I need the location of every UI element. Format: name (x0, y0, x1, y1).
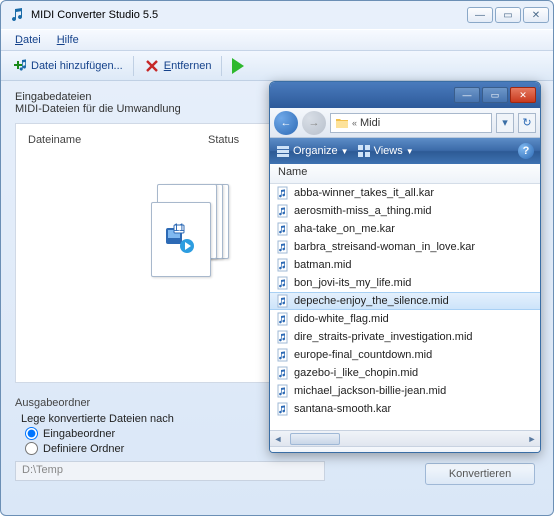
maximize-button[interactable]: ▭ (495, 7, 521, 23)
explorer-statusbar (270, 446, 540, 453)
file-name: dido-white_flag.mid (294, 313, 389, 325)
file-row[interactable]: bon_jovi-its_my_life.mid (270, 274, 540, 292)
file-row[interactable]: aha-take_on_me.kar (270, 220, 540, 238)
file-stack-icon: 11 (151, 184, 241, 284)
file-row[interactable]: abba-winner_takes_it_all.kar (270, 184, 540, 202)
file-name: michael_jackson-billie-jean.mid (294, 385, 446, 397)
explorer-column-name[interactable]: Name (270, 164, 540, 184)
file-name: batman.mid (294, 259, 351, 271)
breadcrumb-current: Midi (360, 117, 380, 129)
file-name: aha-take_on_me.kar (294, 223, 395, 235)
file-name: europe-final_countdown.mid (294, 349, 432, 361)
play-icon (232, 58, 244, 74)
remove-button[interactable]: Entfernen (140, 56, 216, 76)
help-button[interactable]: ? (518, 143, 534, 159)
explorer-maximize-button[interactable]: ▭ (482, 87, 508, 103)
column-filename[interactable]: Dateiname (28, 134, 208, 146)
file-row[interactable]: europe-final_countdown.mid (270, 346, 540, 364)
column-status[interactable]: Status (208, 134, 239, 146)
file-name: santana-smooth.kar (294, 403, 391, 415)
file-explorer-window: ― ▭ ✕ ← → « Midi ▾ ↻ Organize▼ Views▼ (269, 81, 541, 453)
file-row[interactable]: dido-white_flag.mid (270, 310, 540, 328)
organize-button[interactable]: Organize▼ (276, 144, 349, 158)
file-row[interactable]: michael_jackson-billie-jean.mid (270, 382, 540, 400)
file-name: bon_jovi-its_my_life.mid (294, 277, 411, 289)
file-name: abba-winner_takes_it_all.kar (294, 187, 434, 199)
address-dropdown[interactable]: ▾ (496, 113, 514, 133)
main-titlebar: MIDI Converter Studio 5.5 ― ▭ ✕ (1, 1, 553, 29)
explorer-toolbar: Organize▼ Views▼ ? (270, 138, 540, 164)
scroll-left-icon[interactable]: ◄ (270, 432, 286, 446)
add-note-icon (11, 58, 27, 74)
play-button[interactable] (228, 56, 248, 76)
app-icon (9, 7, 25, 23)
file-row[interactable]: dire_straits-private_investigation.mid (270, 328, 540, 346)
file-row[interactable]: depeche-enjoy_the_silence.mid (270, 292, 540, 310)
toolbar: Datei hinzufügen... Entfernen (1, 51, 553, 81)
forward-button[interactable]: → (302, 111, 326, 135)
window-title: MIDI Converter Studio 5.5 (29, 9, 467, 21)
file-row[interactable]: gazebo-i_like_chopin.mid (270, 364, 540, 382)
back-button[interactable]: ← (274, 111, 298, 135)
file-row[interactable]: aerosmith-miss_a_thing.mid (270, 202, 540, 220)
horizontal-scrollbar[interactable]: ◄ ► (270, 430, 540, 446)
explorer-close-button[interactable]: ✕ (510, 87, 536, 103)
organize-icon (276, 144, 290, 158)
file-row[interactable]: barbra_streisand-woman_in_love.kar (270, 238, 540, 256)
file-name: aerosmith-miss_a_thing.mid (294, 205, 432, 217)
explorer-titlebar[interactable]: ― ▭ ✕ (270, 82, 540, 108)
file-row[interactable]: santana-smooth.kar (270, 400, 540, 418)
close-button[interactable]: ✕ (523, 7, 549, 23)
file-row[interactable]: batman.mid (270, 256, 540, 274)
convert-button[interactable]: Konvertieren (425, 463, 535, 485)
menu-file[interactable]: Datei (9, 32, 47, 48)
file-name: depeche-enjoy_the_silence.mid (294, 295, 449, 307)
delete-icon (144, 58, 160, 74)
explorer-nav: ← → « Midi ▾ ↻ (270, 108, 540, 138)
views-button[interactable]: Views▼ (357, 144, 414, 158)
add-file-button[interactable]: Datei hinzufügen... (7, 56, 127, 76)
scroll-thumb[interactable] (290, 433, 340, 445)
file-name: dire_straits-private_investigation.mid (294, 331, 473, 343)
folder-icon (335, 117, 349, 129)
address-bar[interactable]: « Midi (330, 113, 492, 133)
menu-help[interactable]: Hilfe (51, 32, 85, 48)
drop-target[interactable]: 11 (136, 184, 256, 314)
views-icon (357, 144, 371, 158)
menu-bar: Datei Hilfe (1, 29, 553, 51)
scroll-right-icon[interactable]: ► (524, 432, 540, 446)
svg-text:11: 11 (173, 222, 184, 234)
refresh-button[interactable]: ↻ (518, 113, 536, 133)
file-list[interactable]: abba-winner_takes_it_all.kar aerosmith-mi… (270, 184, 540, 430)
file-name: gazebo-i_like_chopin.mid (294, 367, 418, 379)
file-name: barbra_streisand-woman_in_love.kar (294, 241, 475, 253)
output-path-field: D:\Temp (15, 461, 325, 481)
explorer-minimize-button[interactable]: ― (454, 87, 480, 103)
minimize-button[interactable]: ― (467, 7, 493, 23)
